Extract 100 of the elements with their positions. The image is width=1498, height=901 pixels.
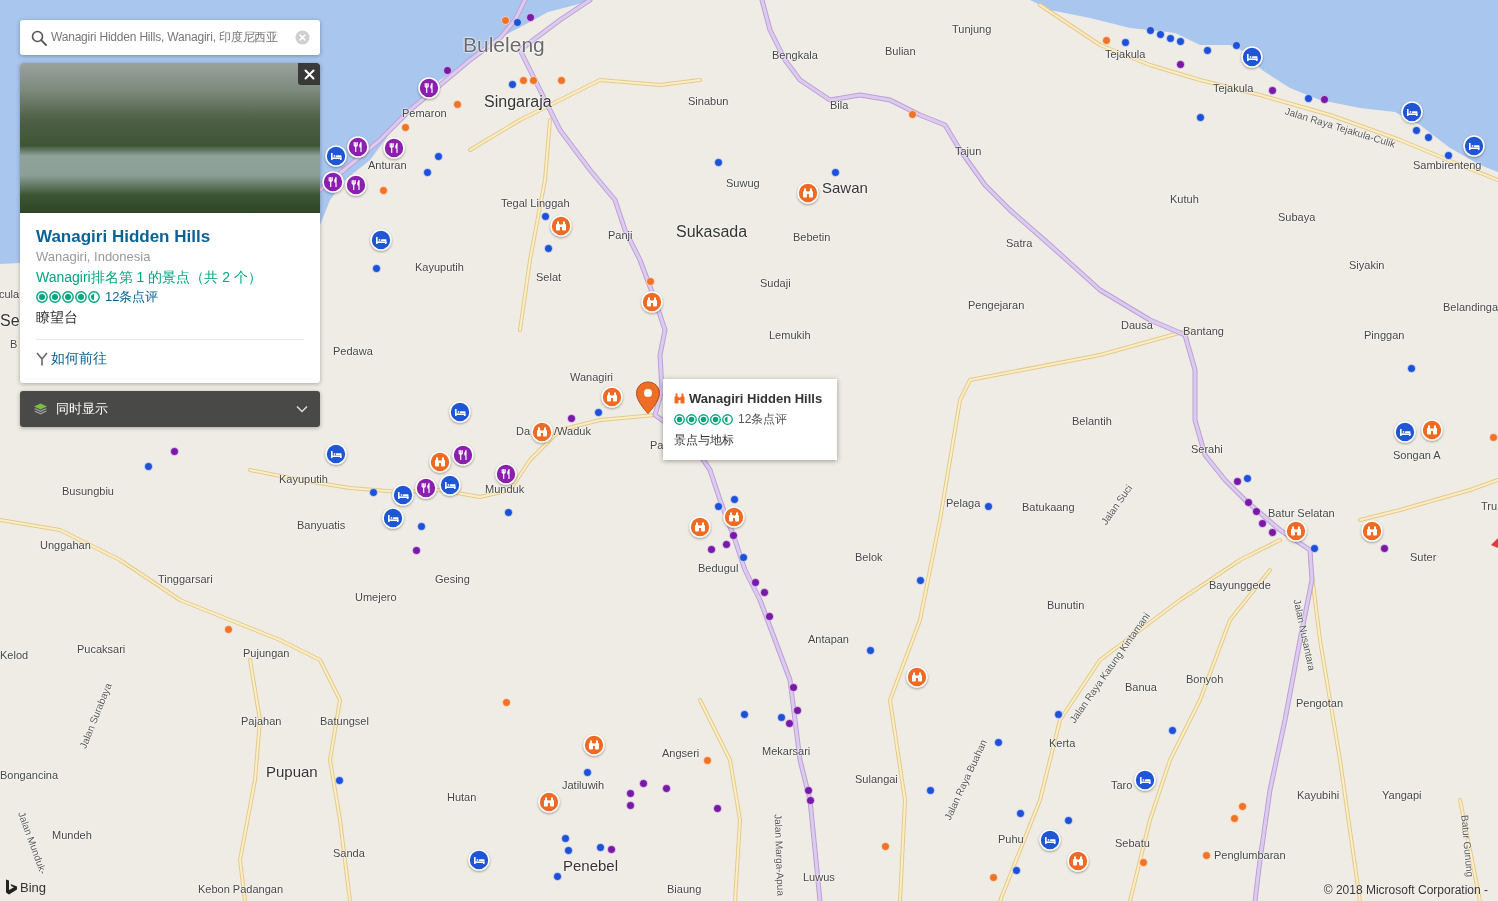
dot-marker-icon[interactable] [907, 109, 917, 119]
binoculars-marker-icon[interactable] [906, 666, 928, 688]
bed-marker-icon[interactable] [1134, 769, 1156, 791]
dot-marker-icon[interactable] [422, 167, 432, 177]
dot-marker-icon[interactable] [563, 845, 573, 855]
cutlery-marker-icon[interactable] [383, 137, 405, 159]
reviews-link[interactable]: 12条点评 [105, 288, 159, 306]
binoculars-marker-icon[interactable] [1067, 850, 1089, 872]
dot-marker-icon[interactable] [525, 12, 535, 22]
dot-marker-icon[interactable] [721, 539, 731, 549]
bed-marker-icon[interactable] [468, 849, 490, 871]
bed-marker-icon[interactable] [370, 229, 392, 251]
binoculars-marker-icon[interactable] [531, 421, 553, 443]
bed-marker-icon[interactable] [1241, 46, 1263, 68]
dot-marker-icon[interactable] [1423, 132, 1433, 142]
dot-marker-icon[interactable] [1267, 527, 1277, 537]
dot-marker-icon[interactable] [1053, 709, 1063, 719]
binoculars-marker-icon[interactable] [689, 516, 711, 538]
dot-marker-icon[interactable] [368, 487, 378, 497]
dot-marker-icon[interactable] [433, 151, 443, 161]
dot-marker-icon[interactable] [1379, 543, 1389, 553]
layers-dropdown[interactable]: 同时显示 [20, 391, 320, 427]
popup-title-link[interactable]: Wanagiri Hidden Hills [689, 390, 823, 406]
dot-marker-icon[interactable] [1120, 37, 1130, 47]
dot-marker-icon[interactable] [1267, 85, 1277, 95]
dot-marker-icon[interactable] [518, 75, 528, 85]
dot-marker-icon[interactable] [1063, 815, 1073, 825]
dot-marker-icon[interactable] [764, 611, 774, 621]
dot-marker-icon[interactable] [169, 446, 179, 456]
dot-marker-icon[interactable] [805, 795, 815, 805]
dot-marker-icon[interactable] [411, 545, 421, 555]
binoculars-marker-icon[interactable] [1285, 520, 1307, 542]
dot-marker-icon[interactable] [713, 157, 723, 167]
dot-marker-icon[interactable] [638, 778, 648, 788]
dot-marker-icon[interactable] [728, 530, 738, 540]
binoculars-marker-icon[interactable] [723, 506, 745, 528]
dot-marker-icon[interactable] [750, 577, 760, 587]
place-title-link[interactable]: Wanagiri Hidden Hills [36, 226, 304, 247]
dot-marker-icon[interactable] [378, 185, 388, 195]
dot-marker-icon[interactable] [1202, 45, 1212, 55]
bed-marker-icon[interactable] [449, 401, 471, 423]
dot-marker-icon[interactable] [540, 211, 550, 221]
dot-marker-icon[interactable] [552, 871, 562, 881]
dot-marker-icon[interactable] [784, 718, 794, 728]
dot-marker-icon[interactable] [528, 75, 538, 85]
dot-marker-icon[interactable] [371, 263, 381, 273]
bed-marker-icon[interactable] [1394, 421, 1416, 443]
dot-marker-icon[interactable] [334, 775, 344, 785]
dot-marker-icon[interactable] [625, 788, 635, 798]
bed-marker-icon[interactable] [1039, 829, 1061, 851]
binoculars-marker-icon[interactable] [601, 386, 623, 408]
location-pin-icon[interactable] [635, 381, 661, 415]
dot-marker-icon[interactable] [1488, 432, 1498, 442]
dot-marker-icon[interactable] [739, 709, 749, 719]
dot-marker-icon[interactable] [1406, 363, 1416, 373]
dot-marker-icon[interactable] [792, 705, 802, 715]
dot-marker-icon[interactable] [645, 276, 655, 286]
directions-link[interactable]: 如何前往 [36, 350, 107, 368]
triangle-marker-icon[interactable] [1491, 538, 1498, 548]
dot-marker-icon[interactable] [512, 17, 522, 27]
dot-marker-icon[interactable] [925, 785, 935, 795]
dot-marker-icon[interactable] [1155, 29, 1165, 39]
dot-marker-icon[interactable] [543, 243, 553, 253]
dot-marker-icon[interactable] [595, 842, 605, 852]
dot-marker-icon[interactable] [1195, 112, 1205, 122]
dot-marker-icon[interactable] [706, 544, 716, 554]
dot-marker-icon[interactable] [983, 501, 993, 511]
dot-marker-icon[interactable] [915, 575, 925, 585]
dot-marker-icon[interactable] [416, 521, 426, 531]
dot-marker-icon[interactable] [1175, 59, 1185, 69]
dot-marker-icon[interactable] [1443, 150, 1453, 160]
dot-marker-icon[interactable] [625, 800, 635, 810]
dot-marker-icon[interactable] [1101, 35, 1111, 45]
dot-marker-icon[interactable] [1167, 725, 1177, 735]
dot-marker-icon[interactable] [1411, 125, 1421, 135]
dot-marker-icon[interactable] [1251, 506, 1261, 516]
dot-marker-icon[interactable] [1011, 865, 1021, 875]
dot-marker-icon[interactable] [1243, 497, 1253, 507]
bed-marker-icon[interactable] [325, 443, 347, 465]
dot-marker-icon[interactable] [1237, 801, 1247, 811]
dot-marker-icon[interactable] [503, 507, 513, 517]
dot-marker-icon[interactable] [556, 75, 566, 85]
search-field[interactable]: Wanagiri Hidden Hills, Wanagiri, 印度尼西亚 [20, 20, 320, 55]
dot-marker-icon[interactable] [993, 737, 1003, 747]
dot-marker-icon[interactable] [501, 697, 511, 707]
dot-marker-icon[interactable] [1165, 33, 1175, 43]
binoculars-marker-icon[interactable] [550, 215, 572, 237]
binoculars-marker-icon[interactable] [641, 291, 663, 313]
dot-marker-icon[interactable] [759, 587, 769, 597]
dot-marker-icon[interactable] [560, 833, 570, 843]
bed-marker-icon[interactable] [439, 474, 461, 496]
binoculars-marker-icon[interactable] [1421, 419, 1443, 441]
dot-marker-icon[interactable] [1309, 543, 1319, 553]
dot-marker-icon[interactable] [1145, 25, 1155, 35]
dot-marker-icon[interactable] [788, 682, 798, 692]
dot-marker-icon[interactable] [1257, 518, 1267, 528]
dot-marker-icon[interactable] [880, 841, 890, 851]
cutlery-marker-icon[interactable] [345, 174, 367, 196]
dot-marker-icon[interactable] [1175, 36, 1185, 46]
dot-marker-icon[interactable] [729, 494, 739, 504]
